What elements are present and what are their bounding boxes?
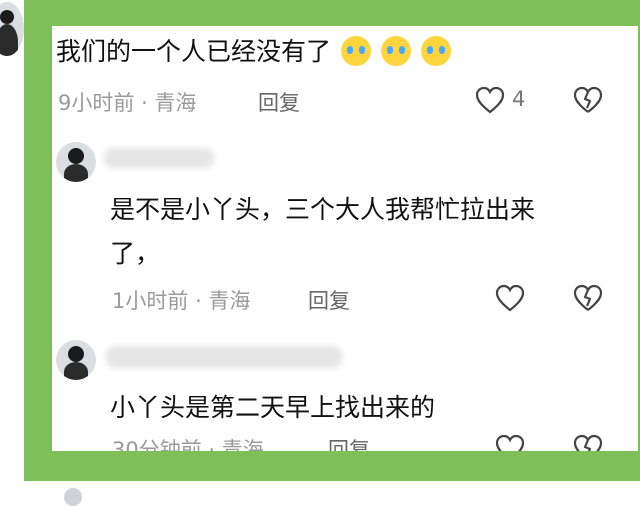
comment-text: 了， [110, 239, 161, 268]
comment-text: 小丫头是第二天早上找出来的 [110, 393, 436, 422]
crying-face-icon [340, 36, 371, 66]
comment-location: 青海 [154, 91, 197, 115]
heart-icon[interactable] [475, 86, 505, 114]
comment-time: 1小时前 [112, 289, 189, 313]
username-redacted [104, 148, 214, 168]
comment-meta: 1小时前 · 青海 [112, 289, 251, 313]
comment-meta: 30分钟前 · 青海 [112, 434, 264, 451]
like-count: 4 [512, 87, 526, 111]
comment-location: 青海 [208, 289, 251, 313]
heart-icon[interactable] [495, 434, 525, 451]
comment-time: 30分钟前 [112, 438, 202, 451]
broken-heart-icon[interactable] [573, 284, 603, 312]
avatar[interactable] [56, 142, 96, 182]
comment-text: 是不是小丫头，三个大人我帮忙拉出来 [110, 195, 536, 224]
crying-face-icon [380, 36, 411, 66]
username-redacted [106, 346, 342, 368]
reply-button[interactable]: 回复 [258, 87, 300, 117]
reply-button[interactable]: 回复 [308, 285, 350, 315]
avatar[interactable] [0, 2, 24, 56]
broken-heart-icon[interactable] [573, 86, 603, 114]
reply-button[interactable]: 回复 [328, 434, 370, 451]
crying-face-icon [420, 36, 451, 66]
avatar[interactable] [64, 488, 82, 506]
avatar[interactable] [56, 340, 96, 380]
comment-meta: 9小时前 · 青海 [58, 91, 197, 115]
comment-text: 我们的一个人已经没有了 [56, 34, 451, 70]
broken-heart-icon[interactable] [573, 434, 603, 451]
comment-panel: 我们的一个人已经没有了 9小时前 · 青海 回复 4 是不是小丫头，三个大人我帮… [52, 26, 638, 451]
comment-location: 青海 [221, 438, 264, 451]
comment-time: 9小时前 [58, 91, 135, 115]
heart-icon[interactable] [495, 284, 525, 312]
